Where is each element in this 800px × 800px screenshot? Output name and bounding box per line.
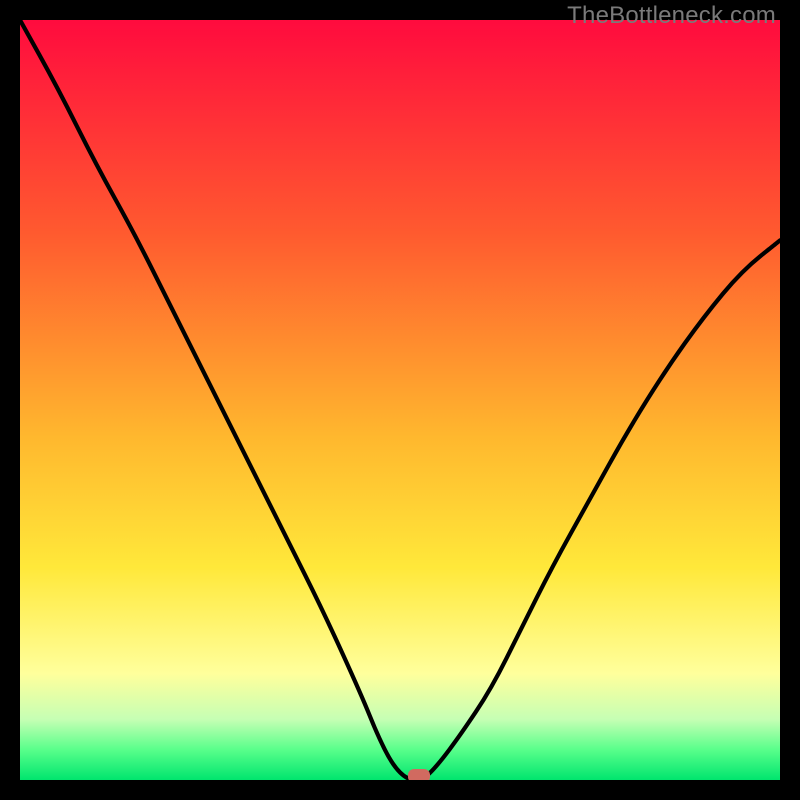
plot-area (20, 20, 780, 780)
bottleneck-chart (20, 20, 780, 780)
gradient-background (20, 20, 780, 780)
minimum-marker (408, 769, 430, 780)
watermark-text: TheBottleneck.com (567, 2, 776, 30)
outer-frame: TheBottleneck.com (0, 0, 800, 800)
